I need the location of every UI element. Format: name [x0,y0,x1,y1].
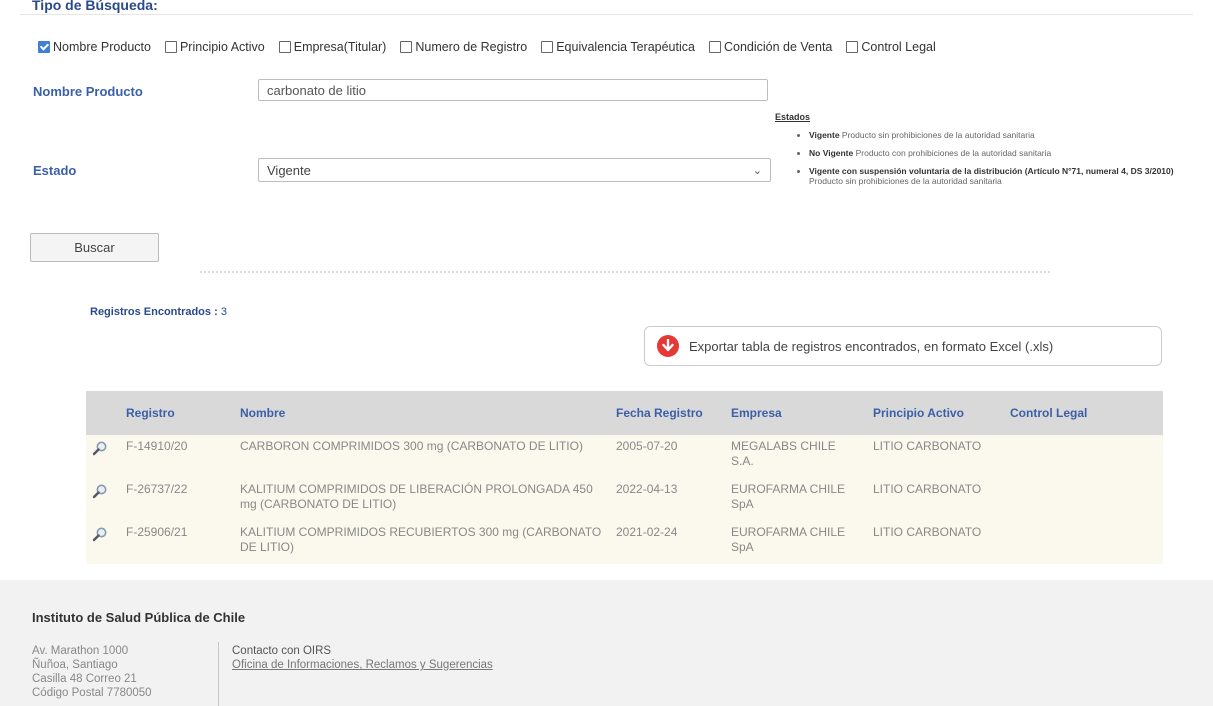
checkbox-label: Nombre Producto [53,40,151,54]
magnifier-icon[interactable] [92,483,108,499]
address-line: Ñuñoa, Santiago [32,659,118,671]
checkbox-label: Equivalencia Terapéutica [556,40,695,54]
product-name-label: Nombre Producto [33,84,143,99]
checkbox-label: Principio Activo [179,40,265,54]
estado-select[interactable]: Vigente ⌄ [258,158,771,182]
product-name-input[interactable]: carbonato de litio [258,79,768,101]
checkbox-label: Empresa(Titular) [293,40,387,54]
table-header-row: Registro Nombre Fecha Registro Empresa P… [86,391,1163,435]
estado-item: No Vigente Producto con prohibiciones de… [809,148,1205,158]
cell-control [1004,435,1163,478]
records-found: Registros Encontrados : 3 [90,306,227,318]
results-table: Registro Nombre Fecha Registro Empresa P… [86,391,1163,564]
checkbox-box[interactable] [38,41,50,53]
column-header-nombre[interactable]: Nombre [234,391,610,435]
cell-registro: F-26737/22 [120,478,234,521]
cell-principio: LITIO CARBONATO [867,521,1004,564]
checkbox-label: Numero de Registro [415,40,528,54]
contact-title: Contacto con OIRS [232,645,332,657]
cell-nombre: KALITIUM COMPRIMIDOS DE LIBERACIÓN PROLO… [234,478,610,521]
records-found-label: Registros Encontrados : [90,306,218,318]
checkbox-nombre-producto[interactable]: Nombre Producto [38,40,151,54]
search-type-options: Nombre Producto Principio Activo Empresa… [38,40,936,54]
checkbox-empresa[interactable]: Empresa(Titular) [278,40,387,54]
column-header-principio[interactable]: Principio Activo [867,391,1004,435]
estado-selected-value: Vigente [267,162,311,178]
checkbox-condicion-venta[interactable]: Condición de Venta [708,40,833,54]
column-header-registro[interactable]: Registro [120,391,234,435]
cell-nombre: KALITIUM COMPRIMIDOS RECUBIERTOS 300 mg … [234,521,610,564]
magnifier-icon[interactable] [92,440,108,456]
footer-address: Av. Marathon 1000 Ñuñoa, Santiago Casill… [32,644,152,700]
cell-empresa: MEGALABS CHILE S.A. [725,435,867,478]
checkbox-box[interactable] [541,41,554,53]
view-cell[interactable] [86,478,120,521]
cell-fecha: 2022-04-13 [610,478,725,521]
checkbox-label: Control Legal [861,40,936,54]
cell-registro: F-14910/20 [120,435,234,478]
checkbox-numero-registro[interactable]: Numero de Registro [400,40,527,54]
search-button[interactable]: Buscar [30,233,159,262]
estado-desc: Producto con prohibiciones de la autorid… [855,148,1052,158]
cell-registro: F-25906/21 [120,521,234,564]
view-cell[interactable] [86,521,120,564]
footer-divider [218,642,219,706]
estado-label: Estado [33,163,77,178]
estado-item: Vigente Producto sin prohibiciones de la… [809,130,1205,140]
estado-desc: Producto sin prohibiciones de la autorid… [809,176,1002,186]
column-header-control[interactable]: Control Legal [1004,391,1163,435]
footer-contact: Contacto con OIRS Oficina de Informacion… [232,644,493,672]
estado-desc: Producto sin prohibiciones de la autorid… [841,130,1035,140]
export-label: Exportar tabla de registros encontrados,… [689,338,1054,354]
table-row: F-14910/20 CARBORON COMPRIMIDOS 300 mg (… [86,435,1163,478]
magnifier-icon[interactable] [92,526,108,542]
cell-fecha: 2021-02-24 [610,521,725,564]
cell-empresa: EUROFARMA CHILE SpA [725,478,867,521]
cell-principio: LITIO CARBONATO [867,478,1004,521]
cell-control [1004,521,1163,564]
footer-title: Instituto de Salud Pública de Chile [32,610,246,625]
records-found-count: 3 [220,306,227,318]
cell-control [1004,478,1163,521]
checkbox-label: Condición de Venta [723,40,833,54]
checkbox-principio-activo[interactable]: Principio Activo [164,40,265,54]
oirs-link[interactable]: Oficina de Informaciones, Reclamos y Sug… [232,659,493,671]
estado-term: Vigente [809,130,840,140]
address-line: Casilla 48 Correo 21 [32,673,137,685]
export-excel-button[interactable]: Exportar tabla de registros encontrados,… [644,326,1162,366]
divider [200,271,1050,273]
address-line: Código Postal 7780050 [32,687,152,699]
estados-legend: Estados Vigente Producto sin prohibicion… [775,112,1205,194]
table-row: F-25906/21 KALITIUM COMPRIMIDOS RECUBIER… [86,521,1163,564]
download-arrow-icon [657,335,679,357]
checkbox-box[interactable] [846,41,859,53]
checkbox-control-legal[interactable]: Control Legal [846,40,936,54]
divider [20,14,1193,15]
checkbox-equivalencia[interactable]: Equivalencia Terapéutica [541,40,695,54]
footer: Instituto de Salud Pública de Chile Av. … [0,580,1213,706]
checkbox-box[interactable] [164,41,177,53]
estados-legend-title: Estados [775,112,811,122]
column-header-empresa[interactable]: Empresa [725,391,867,435]
cell-nombre: CARBORON COMPRIMIDOS 300 mg (CARBONATO D… [234,435,610,478]
estado-item: Vigente con suspensión voluntaria de la … [809,166,1205,186]
estado-term: Vigente con suspensión voluntaria de la … [809,166,1174,176]
cell-empresa: EUROFARMA CHILE SpA [725,521,867,564]
cell-fecha: 2005-07-20 [610,435,725,478]
cell-principio: LITIO CARBONATO [867,435,1004,478]
chevron-down-icon: ⌄ [752,164,762,177]
view-cell[interactable] [86,435,120,478]
table-header-blank [86,391,120,435]
address-line: Av. Marathon 1000 [32,645,129,657]
checkbox-box[interactable] [400,41,413,53]
search-type-title: Tipo de Búsqueda: [32,0,158,13]
table-row: F-26737/22 KALITIUM COMPRIMIDOS DE LIBER… [86,478,1163,521]
column-header-fecha[interactable]: Fecha Registro [610,391,725,435]
checkbox-box[interactable] [708,41,721,53]
estado-term: No Vigente [809,148,854,158]
checkbox-box[interactable] [278,41,291,53]
